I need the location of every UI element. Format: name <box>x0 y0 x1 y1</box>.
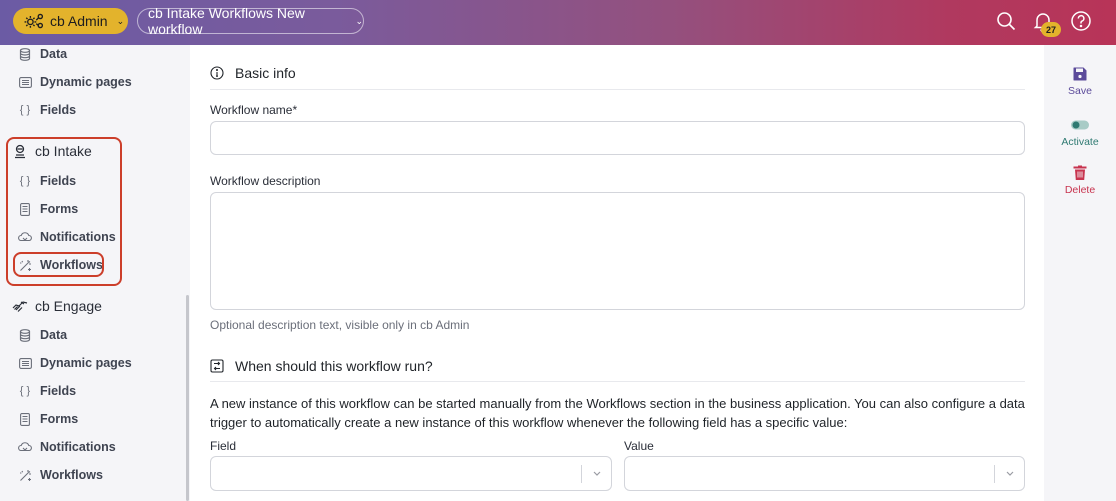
sidebar-item-label: Notifications <box>40 440 116 454</box>
trigger-icon <box>210 359 224 373</box>
sidebar-item-data[interactable]: Data <box>18 324 67 346</box>
sidebar-item-forms[interactable]: Forms <box>18 198 78 220</box>
workflow-name-input[interactable] <box>210 121 1025 155</box>
sidebar-group-cb-intake[interactable]: cb Intake <box>12 139 92 163</box>
list-icon <box>18 75 32 89</box>
workflow-form: Basic info Workflow name* Workflow descr… <box>190 45 1044 501</box>
select-separator <box>994 465 995 483</box>
trash-icon <box>1073 165 1087 180</box>
toggle-icon <box>1071 120 1089 130</box>
app-switcher-label: cb Admin <box>50 13 108 29</box>
database-icon <box>18 47 32 61</box>
sidebar-item-notifications[interactable]: Notifications <box>18 436 116 458</box>
form-icon <box>18 202 32 216</box>
sidebar-item-label: Data <box>40 328 68 342</box>
sidebar-item-data[interactable]: Data <box>18 43 67 65</box>
braces-icon: { } <box>19 104 31 116</box>
action-bar: Save Activate Delete <box>1044 45 1116 501</box>
sidebar-group-cb-engage[interactable]: cb Engage <box>12 294 102 318</box>
workflow-name-label: Workflow name* <box>210 103 297 117</box>
breadcrumb-dropdown[interactable]: cb Intake Workflows New workflow ⌄ <box>137 5 364 37</box>
sidebar-item-label: Data <box>40 47 68 61</box>
handshake-icon <box>12 298 28 314</box>
help-icon[interactable] <box>1070 10 1092 32</box>
sidebar-item-dynamic-pages[interactable]: Dynamic pages <box>18 352 132 374</box>
section-basic-info: Basic info <box>210 65 296 81</box>
value-select[interactable] <box>624 456 1025 491</box>
save-label: Save <box>1068 85 1092 97</box>
sidebar-group-label: cb Engage <box>35 298 102 314</box>
notification-icon <box>18 230 32 244</box>
field-label: Field <box>210 439 237 453</box>
chevron-down-icon: ⌄ <box>355 15 363 26</box>
workflow-description-label: Workflow description <box>210 174 321 188</box>
sidebar-item-notifications[interactable]: Notifications <box>18 226 116 248</box>
chevron-down-icon <box>1006 471 1014 476</box>
notifications-badge: 27 <box>1041 22 1061 37</box>
sidebar: Data Dynamic pages { } Fields cb Intake … <box>0 45 190 501</box>
sidebar-item-label: Forms <box>40 412 79 426</box>
form-icon <box>18 412 32 426</box>
sidebar-item-fields[interactable]: { } Fields <box>18 99 76 121</box>
breadcrumb-label: cb Intake Workflows New workflow <box>148 5 305 37</box>
section-title-label: Basic info <box>235 65 296 81</box>
trigger-description: A new instance of this workflow can be s… <box>210 396 1025 430</box>
workflow-name-label-text: Workflow name <box>210 103 293 117</box>
chevron-down-icon <box>593 471 601 476</box>
sidebar-item-label: Forms <box>40 202 79 216</box>
sidebar-item-workflows[interactable]: Workflows <box>18 464 103 486</box>
info-icon <box>210 66 224 80</box>
value-label: Value <box>624 439 654 453</box>
chevron-down-icon: ⌄ <box>116 15 125 26</box>
braces-icon: { } <box>19 175 31 187</box>
section-divider <box>210 381 1025 382</box>
section-trigger: When should this workflow run? <box>210 358 433 374</box>
sidebar-group-label: cb Intake <box>35 143 92 159</box>
sidebar-item-label: Fields <box>40 384 77 398</box>
database-icon <box>18 328 32 342</box>
sidebar-item-label: Notifications <box>40 230 116 244</box>
sidebar-item-label: Dynamic pages <box>40 356 132 370</box>
list-icon <box>18 356 32 370</box>
delete-label: Delete <box>1064 184 1096 196</box>
activate-toggle[interactable]: Activate <box>1044 117 1116 148</box>
section-divider <box>210 89 1025 90</box>
sidebar-item-label: Fields <box>40 174 77 188</box>
workflow-description-textarea[interactable] <box>210 192 1025 310</box>
sidebar-item-label: Dynamic pages <box>40 75 132 89</box>
cogs-icon <box>24 13 44 29</box>
app-switcher-button[interactable]: cb Admin ⌄ <box>13 8 128 34</box>
save-button[interactable]: Save <box>1044 66 1116 97</box>
select-separator <box>581 465 582 483</box>
wand-icon <box>18 258 32 272</box>
sidebar-scrollbar-thumb[interactable] <box>186 295 189 501</box>
delete-button[interactable]: Delete <box>1044 165 1116 196</box>
required-mark: * <box>292 103 298 117</box>
sidebar-item-label: Workflows <box>40 258 103 272</box>
description-help-text: Optional description text, visible only … <box>210 318 470 332</box>
top-header: cb Admin ⌄ cb Intake Workflows New workf… <box>0 0 1116 45</box>
sidebar-item-fields[interactable]: { } Fields <box>18 170 76 192</box>
field-select[interactable] <box>210 456 612 491</box>
sidebar-item-fields[interactable]: { } Fields <box>18 380 76 402</box>
search-icon[interactable] <box>995 10 1017 32</box>
activate-label: Activate <box>1061 136 1099 148</box>
sidebar-item-dynamic-pages[interactable]: Dynamic pages <box>18 71 132 93</box>
sidebar-item-workflows-selected[interactable]: Workflows <box>18 254 103 276</box>
braces-icon: { } <box>19 385 31 397</box>
intake-icon <box>12 143 28 159</box>
sidebar-item-label: Fields <box>40 103 77 117</box>
section-title-label: When should this workflow run? <box>235 358 433 374</box>
save-icon <box>1073 67 1087 81</box>
notification-icon <box>18 440 32 454</box>
sidebar-item-label: Workflows <box>40 468 103 482</box>
sidebar-item-forms[interactable]: Forms <box>18 408 78 430</box>
wand-icon <box>18 468 32 482</box>
